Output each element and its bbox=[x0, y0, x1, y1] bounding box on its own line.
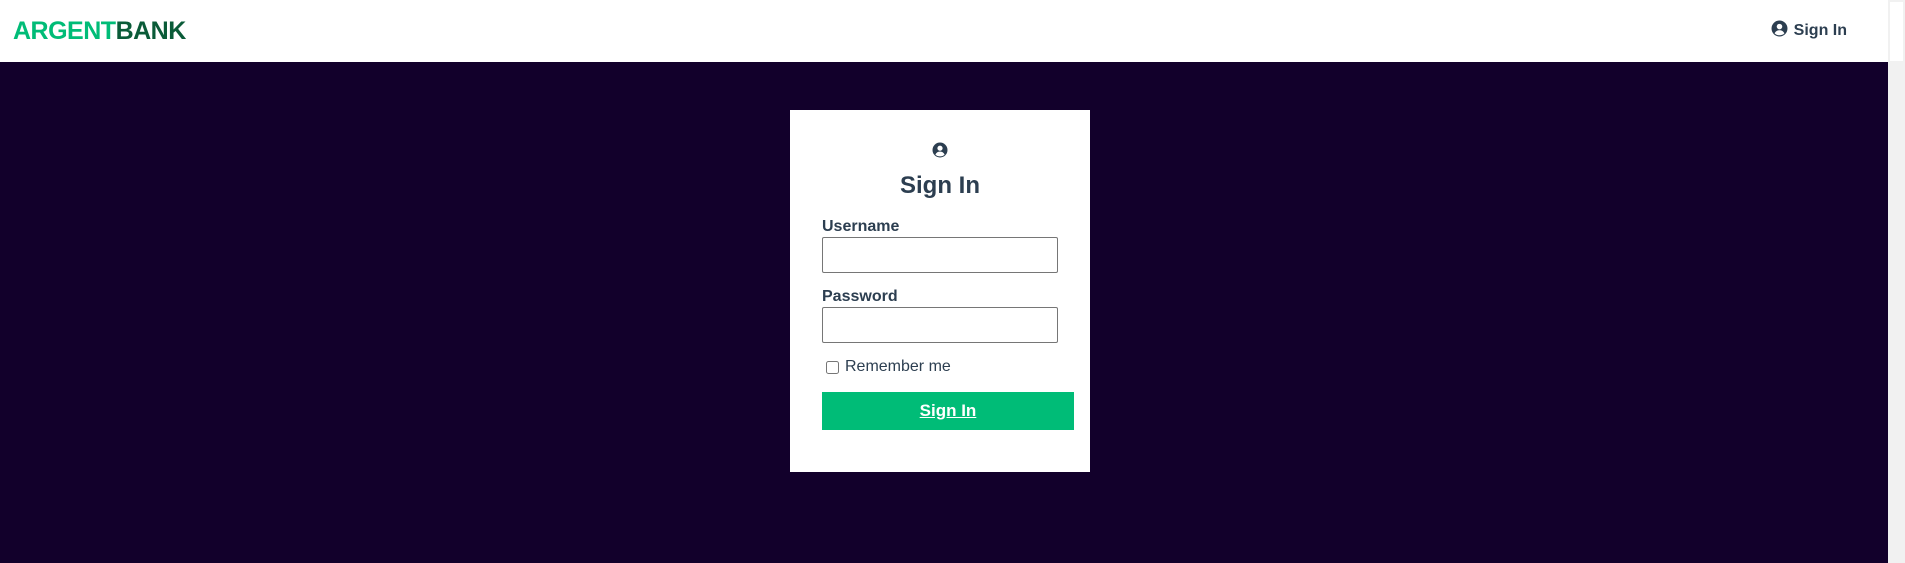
username-wrapper: Username bbox=[822, 218, 1058, 273]
remember-me-checkbox[interactable] bbox=[826, 360, 839, 374]
password-label: Password bbox=[822, 288, 898, 305]
nav-signin-link[interactable]: Sign In bbox=[1771, 20, 1847, 42]
user-circle-icon bbox=[822, 142, 1058, 158]
main-nav: ARGENT BANK Sign In bbox=[0, 0, 1888, 62]
password-input[interactable] bbox=[822, 307, 1058, 343]
signin-submit-button[interactable]: Sign In bbox=[822, 392, 1074, 430]
page-scrollbar[interactable] bbox=[1888, 0, 1905, 563]
logo-text-bank: BANK bbox=[115, 16, 187, 45]
remember-me-row: Remember me bbox=[826, 358, 1058, 376]
user-circle-icon bbox=[1771, 20, 1788, 42]
signin-form: Username Password Remember me Sign In bbox=[822, 218, 1074, 430]
username-input[interactable] bbox=[822, 237, 1058, 273]
password-wrapper: Password bbox=[822, 288, 1058, 343]
logo-text-argent: ARGENT bbox=[13, 16, 116, 45]
username-label: Username bbox=[822, 218, 900, 235]
argentbank-logo[interactable]: ARGENT BANK bbox=[13, 17, 186, 46]
remember-me-label[interactable]: Remember me bbox=[845, 358, 951, 376]
signin-card: Sign In Username Password Remember me Si… bbox=[790, 110, 1090, 472]
nav-signin-label: Sign In bbox=[1793, 22, 1847, 39]
scrollbar-thumb[interactable] bbox=[1890, 2, 1903, 61]
signin-title: Sign In bbox=[900, 172, 980, 199]
